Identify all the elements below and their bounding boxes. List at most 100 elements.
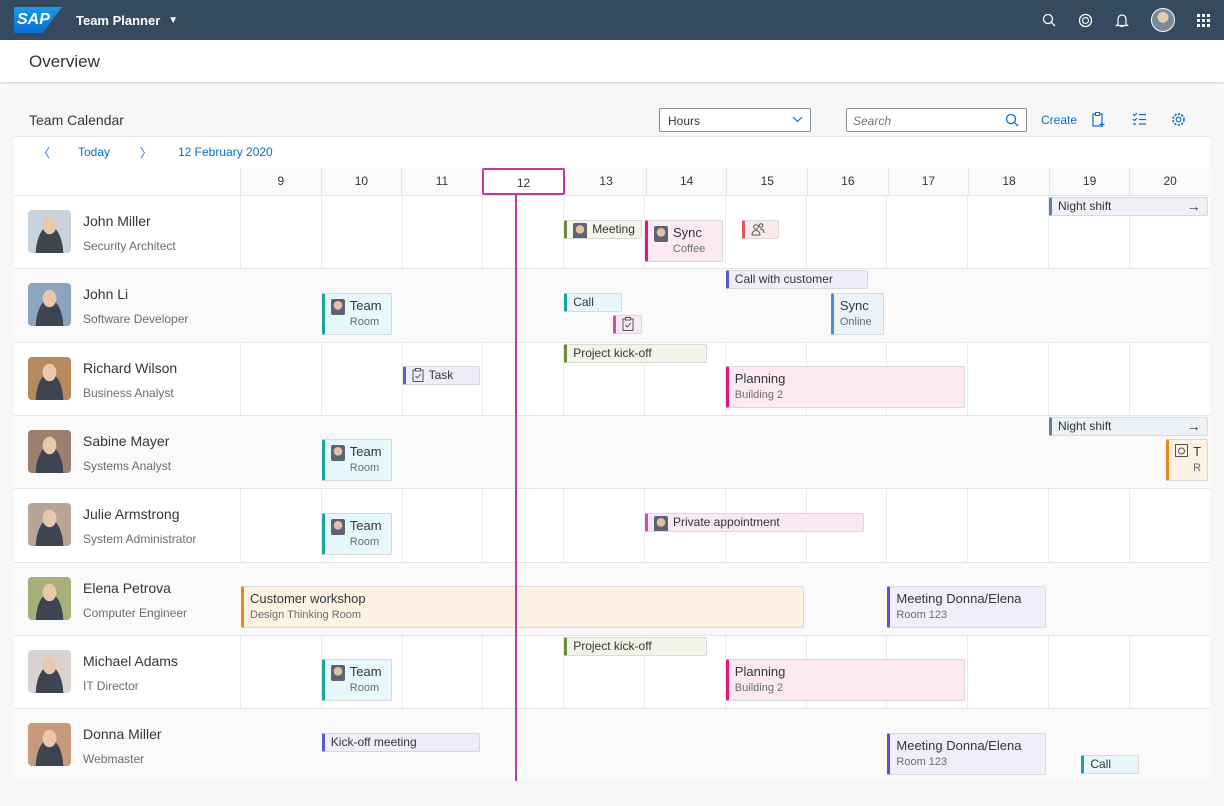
person-info[interactable]: Michael Adams IT Director <box>28 649 178 693</box>
appointment-subtitle: Room 123 <box>896 609 948 621</box>
person-role: Software Developer <box>83 312 189 327</box>
appointment-title: Team <box>349 297 382 313</box>
appointment[interactable]: Meeting <box>564 219 642 239</box>
person-info[interactable]: Richard Wilson Business Analyst <box>28 356 178 400</box>
calendar-toolbar: Team Calendar Hours Search Create <box>14 104 1210 136</box>
appointment[interactable]: Planning Building 2 <box>725 659 966 702</box>
bell-icon[interactable] <box>1115 13 1129 28</box>
hour-column-13[interactable]: 13 <box>565 168 646 195</box>
appointment[interactable]: Call <box>564 292 622 312</box>
chevron-down-icon <box>792 116 803 123</box>
view-select-value: Hours <box>668 114 701 128</box>
hour-column-19[interactable]: 19 <box>1048 168 1130 195</box>
appointment[interactable]: Team Room <box>321 512 392 555</box>
current-time-indicator <box>514 195 517 781</box>
attendee-avatar <box>573 222 588 238</box>
create-button[interactable]: Create <box>1041 113 1077 127</box>
hour-column-9[interactable]: 9 <box>240 168 321 195</box>
date-navigation: 〈 Today 〉 12 February 2020 <box>14 137 1210 167</box>
hour-column-17[interactable]: 17 <box>887 168 969 195</box>
app-title[interactable]: Team Planner <box>76 13 160 28</box>
hour-column-18[interactable]: 18 <box>968 168 1049 195</box>
appointment-title: Team <box>349 444 382 460</box>
hour-column-11[interactable]: 11 <box>401 168 482 195</box>
previous-icon[interactable]: 〈 <box>38 144 50 161</box>
caret-down-icon[interactable]: ▼ <box>168 15 178 26</box>
appointment[interactable]: Customer workshop Design Thinking Room <box>241 586 804 628</box>
grid-icon[interactable] <box>1197 13 1210 27</box>
person-role: Security Architect <box>83 239 176 253</box>
appointment[interactable]: Night shift → <box>1049 416 1208 436</box>
hour-column-20[interactable]: 20 <box>1129 168 1210 195</box>
appointment-title: Planning <box>734 371 786 387</box>
person-name: Richard Wilson <box>83 359 178 376</box>
appointment[interactable] <box>612 315 642 335</box>
appointment-title: Project kick-off <box>573 345 652 360</box>
copilot-icon[interactable] <box>1078 13 1093 28</box>
person-info[interactable]: Elena Petrova Computer Engineer <box>28 576 187 620</box>
person-name: Elena Petrova <box>83 579 171 596</box>
avatar <box>28 503 71 547</box>
search-icon[interactable] <box>1042 13 1056 27</box>
hour-column-14[interactable]: 14 <box>645 168 727 195</box>
appointment[interactable]: Team Room <box>321 292 392 335</box>
appointment[interactable]: TR <box>1166 439 1208 482</box>
search-input[interactable]: Search <box>846 108 1027 132</box>
appointment[interactable]: Team Room <box>321 659 392 702</box>
people-icon <box>751 222 765 238</box>
today-button[interactable]: Today <box>78 145 110 159</box>
appointment-title: Sync <box>673 224 702 240</box>
appointment[interactable]: Private appointment <box>645 512 865 532</box>
search-icon[interactable] <box>1005 113 1019 127</box>
person-info[interactable]: John Miller Security Architect <box>28 210 176 253</box>
person-info[interactable]: Julie Armstrong System Administrator <box>28 503 197 547</box>
appointment-subtitle: R <box>1193 462 1202 475</box>
appointment[interactable]: Call with customer <box>725 270 869 290</box>
avatar <box>28 429 71 473</box>
add-appointment-icon[interactable] <box>1092 112 1106 128</box>
person-role: System Administrator <box>83 532 197 547</box>
gear-icon[interactable] <box>1171 112 1186 127</box>
appointment[interactable]: Meeting Donna/Elena Room 123 <box>887 732 1046 775</box>
appointment-title: Customer workshop <box>250 591 366 606</box>
appointment-title: Team <box>349 664 382 680</box>
appointment[interactable]: Sync Online <box>830 292 885 335</box>
appointment[interactable]: Meeting Donna/Elena Room 123 <box>887 586 1046 628</box>
appointment[interactable] <box>741 219 780 239</box>
next-icon[interactable]: 〉 <box>140 144 152 161</box>
appointment-title: Call <box>1090 757 1111 772</box>
appointment-subtitle: Room <box>349 535 380 548</box>
appointment[interactable]: Planning Building 2 <box>725 366 966 409</box>
person-info[interactable]: John Li Software Developer <box>28 283 189 327</box>
team-calendar: 〈 Today 〉 12 February 2020 9 10 11 12 13 14 15… <box>14 136 1210 782</box>
shell-bar: SAP Team Planner ▼ <box>0 0 1224 40</box>
appointment[interactable]: Kick-off meeting <box>321 732 481 752</box>
appointment-subtitle: Coffee <box>673 242 706 255</box>
person-name: John Li <box>83 286 129 303</box>
avatar <box>28 210 71 253</box>
appointment[interactable]: Team Room <box>321 439 392 482</box>
hour-column-16[interactable]: 16 <box>807 168 888 195</box>
appointment[interactable]: Project kick-off <box>564 343 707 363</box>
person-row: Sabine Mayer Systems Analyst <box>14 414 1210 489</box>
appointment-title: Kick-off meeting <box>330 734 417 749</box>
appointment[interactable]: Sync Coffee <box>645 219 723 262</box>
appointment[interactable]: Task <box>402 366 481 386</box>
appointment[interactable]: Project kick-off <box>564 636 707 656</box>
appointment[interactable]: Night shift → <box>1049 197 1208 216</box>
avatar <box>28 649 71 693</box>
user-avatar[interactable] <box>1151 8 1175 32</box>
list-check-icon[interactable] <box>1132 112 1146 126</box>
hour-column-12[interactable]: 12 <box>481 168 566 195</box>
person-info[interactable]: Donna Miller Webmaster <box>28 723 162 767</box>
hour-column-15[interactable]: 15 <box>726 168 808 195</box>
date-picker-link[interactable]: 12 February 2020 <box>178 145 273 159</box>
person-role: Webmaster <box>83 752 145 767</box>
appointment-title: Call <box>573 294 594 309</box>
appointment[interactable]: Call <box>1081 755 1139 775</box>
view-select[interactable]: Hours <box>659 108 811 132</box>
sap-logo[interactable]: SAP <box>14 7 62 33</box>
person-info[interactable]: Sabine Mayer Systems Analyst <box>28 429 171 473</box>
hour-column-10[interactable]: 10 <box>320 168 402 195</box>
arrow-right-icon: → <box>1186 417 1201 434</box>
